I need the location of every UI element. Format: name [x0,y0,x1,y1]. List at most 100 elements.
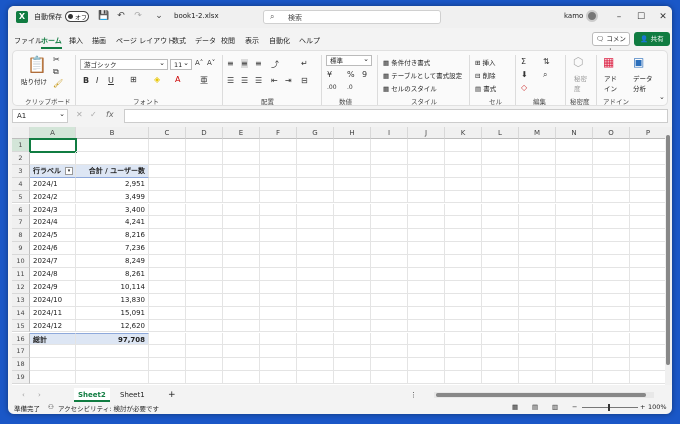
insert-function-icon[interactable]: fx [106,110,114,119]
grid-cell[interactable] [223,151,260,165]
zoom-slider[interactable] [582,407,638,408]
vertical-scrollbar[interactable] [665,127,672,385]
document-title[interactable]: book1-2.xlsx [174,12,219,20]
grid-cell[interactable] [593,190,630,204]
grid-cell[interactable] [445,242,482,256]
grid-cell[interactable] [371,358,408,372]
grid-cell[interactable] [519,332,556,346]
column-header[interactable]: F [260,127,297,139]
grid-cell[interactable] [556,293,593,307]
grid-cell[interactable] [556,151,593,165]
grid-cell[interactable] [630,177,667,191]
grid-cell[interactable] [334,229,371,243]
grid-cell[interactable] [186,203,223,217]
grid-cell[interactable] [186,255,223,268]
addin-label[interactable]: アド イン [604,73,620,93]
grid-cell[interactable] [371,306,408,320]
grid-cell[interactable] [593,229,630,243]
column-header[interactable]: K [445,127,482,139]
grid-cell[interactable] [445,255,482,268]
grid-cell[interactable] [556,268,593,281]
delete-cells-button[interactable]: ⊟ 削除 [475,70,496,80]
align-center-icon[interactable]: ☰ [241,76,248,85]
grid-cell[interactable] [371,332,408,346]
sensitivity-label[interactable]: 秘密度 [574,73,590,93]
grid-cell[interactable] [371,216,408,230]
grid-cell[interactable] [260,255,297,268]
grid-cell[interactable] [482,151,519,165]
grid-cell[interactable] [223,306,260,320]
paste-icon[interactable]: 📋 [27,55,47,74]
grid-cell[interactable] [445,151,482,165]
grid-cell[interactable] [593,358,630,372]
grid-cell[interactable] [30,358,76,372]
italic-icon[interactable]: I [96,76,98,85]
grid-cell[interactable] [186,268,223,281]
grid-cell[interactable]: 行ラベル ▾ [30,164,76,178]
grid-cell[interactable] [334,371,371,385]
grid-cell[interactable] [408,268,445,281]
grid-cell[interactable] [223,190,260,204]
pivot-row-value[interactable]: 12,620 [76,319,149,333]
pivot-row-value[interactable]: 3,400 [76,203,149,217]
column-header[interactable]: L [482,127,519,139]
grid-cell[interactable] [260,345,297,359]
grid-cell[interactable] [630,268,667,281]
grid-cell[interactable] [149,203,186,217]
pivot-row-label[interactable]: 2024/12 [30,319,76,333]
grid-cell[interactable] [593,151,630,165]
grid-cell[interactable] [260,358,297,372]
grid-cell[interactable] [519,268,556,281]
grid-cell[interactable] [223,345,260,359]
row-header[interactable]: 13 [12,293,30,307]
grid-cell[interactable] [297,177,334,191]
grid-cell[interactable] [149,358,186,372]
grid-cell[interactable] [556,358,593,372]
grid-cell[interactable] [334,293,371,307]
pivot-row-label[interactable]: 2024/5 [30,229,76,243]
grid-cell[interactable] [519,293,556,307]
grid-cell[interactable] [519,164,556,178]
grid-cell[interactable] [556,242,593,256]
grid-cell[interactable] [260,151,297,165]
grid-cell[interactable] [297,151,334,165]
pivot-row-value[interactable]: 7,236 [76,242,149,256]
grid-cell[interactable] [630,139,667,152]
pivot-row-label[interactable]: 2024/4 [30,216,76,230]
grid-cell[interactable] [482,345,519,359]
column-header[interactable]: A [30,127,76,139]
grid-cell[interactable] [630,358,667,372]
grid-cell[interactable] [630,242,667,256]
grid-cell[interactable] [519,229,556,243]
row-header[interactable]: 6 [12,203,30,217]
grid-cell[interactable] [556,139,593,152]
align-right-icon[interactable]: ☰ [255,76,262,85]
row-header[interactable]: 18 [12,358,30,372]
grid-cell[interactable] [519,190,556,204]
grid-cell[interactable] [408,190,445,204]
pivot-row-label[interactable]: 2024/11 [30,306,76,320]
grid-cell[interactable] [408,177,445,191]
enter-icon[interactable]: ✓ [90,110,97,119]
pivot-row-label[interactable]: 2024/1 [30,177,76,191]
grid-cell[interactable] [334,151,371,165]
grid-cell[interactable] [408,332,445,346]
minimize-icon[interactable]: – [612,10,626,24]
sensitivity-icon[interactable]: ⬡ [573,55,583,69]
grid-cell[interactable] [371,293,408,307]
row-header[interactable]: 12 [12,280,30,294]
grid-cell[interactable] [445,280,482,294]
grid-cell[interactable] [334,139,371,152]
grid-cell[interactable] [371,371,408,385]
grid-cell[interactable] [593,177,630,191]
grid-cell[interactable] [149,242,186,256]
align-middle-icon[interactable]: ≡ [241,59,248,68]
grid-cell[interactable] [519,216,556,230]
grid-cell[interactable] [556,164,593,178]
grid-cell[interactable] [223,164,260,178]
horizontal-scrollbar[interactable] [434,392,654,398]
grid-cell[interactable] [408,151,445,165]
grid-cell[interactable] [334,280,371,294]
currency-icon[interactable]: ¥ [327,70,332,79]
grid-cell[interactable] [556,229,593,243]
